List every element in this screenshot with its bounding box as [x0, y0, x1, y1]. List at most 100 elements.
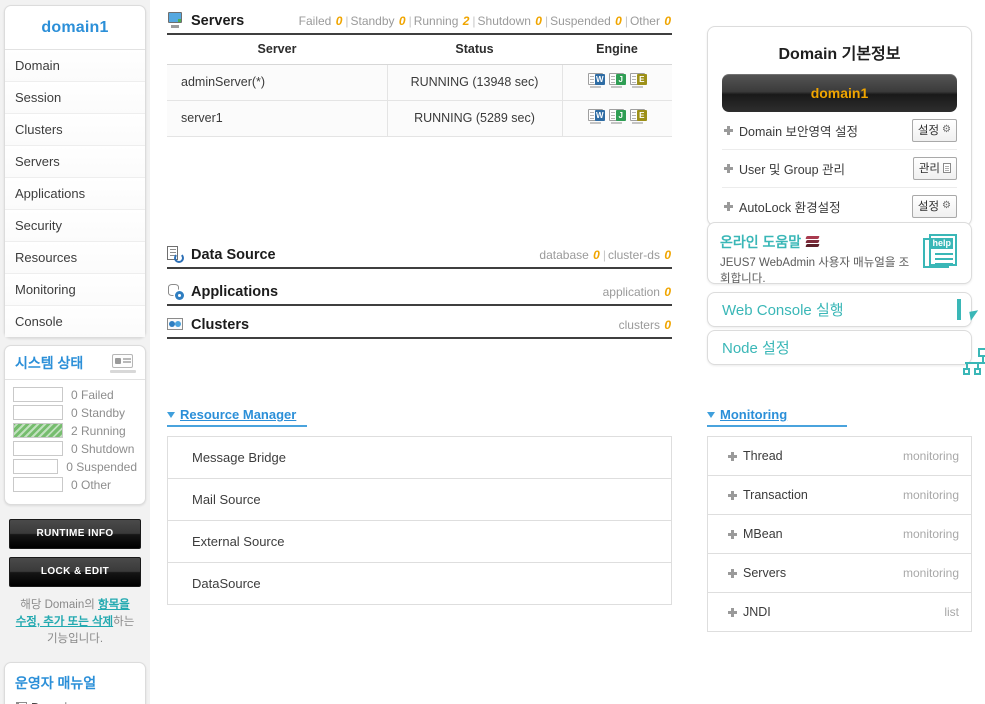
node-settings-card[interactable]: Node 설정 — [707, 330, 985, 375]
monitoring-item-label: Transaction — [743, 488, 808, 502]
sidebar-nav-panel: domain1 Domain Session Clusters Servers Appl… — [4, 5, 146, 338]
hint-prefix: 해당 Domain의 — [20, 599, 98, 611]
summary-separator: | — [472, 13, 476, 28]
online-help-card[interactable]: 온라인 도움말 JEUS7 WebAdmin 사용자 매뉴얼을 조회합니다. h… — [707, 222, 972, 285]
monitoring-item-action[interactable]: list — [944, 605, 959, 619]
monitoring-item-label: JNDI — [743, 605, 771, 619]
clusters-section[interactable]: Clusters clusters 0 — [167, 316, 672, 339]
sidebar-item-security[interactable]: Security — [5, 210, 145, 242]
domain-info-label: AutoLock 환경설정 — [739, 201, 841, 215]
monitoring-item-label: Thread — [743, 449, 783, 463]
list-item[interactable]: External Source — [167, 520, 672, 562]
list-item[interactable]: MBean monitoring — [707, 514, 972, 553]
sidebar-item-session[interactable]: Session — [5, 82, 145, 114]
status-row-shutdown: 0 Shutdown — [13, 441, 137, 456]
console-window-icon — [951, 298, 980, 321]
monitoring-item-label: MBean — [743, 527, 783, 541]
servers-table-body: adminServer(*) RUNNING (13948 sec) W J Eserv… — [167, 64, 672, 137]
help-icon-text: help — [930, 238, 953, 249]
clusters-summary: clusters 0 — [619, 318, 672, 332]
list-item[interactable]: Mail Source — [167, 478, 672, 520]
sidebar-item-resources[interactable]: Resources — [5, 242, 145, 274]
sidebar-item-clusters[interactable]: Clusters — [5, 114, 145, 146]
web-engine-icon[interactable]: W — [587, 73, 605, 88]
table-row[interactable]: server1 RUNNING (5289 sec) W J E — [167, 100, 672, 137]
datasource-section[interactable]: Data Source database 0 | cluster-ds 0 — [167, 246, 672, 269]
webadmin-dashboard: domain1 Domain Session Clusters Servers Appl… — [0, 0, 985, 704]
table-row[interactable]: adminServer(*) RUNNING (13948 sec) W J E — [167, 64, 672, 101]
servers-table: Server Status Engine adminServer(*) RUNNI… — [167, 35, 672, 137]
status-label: 0 Failed — [71, 387, 114, 402]
applications-section[interactable]: Applications application 0 — [167, 283, 672, 306]
jms-engine-icon[interactable]: E — [629, 73, 647, 88]
cell-server-name: adminServer(*) — [167, 64, 388, 101]
summary-value: 0 — [593, 247, 600, 262]
resource-manager-header[interactable]: Resource Manager — [167, 407, 307, 427]
domain-info-row: AutoLock 환경설정 설정 ⚙ — [722, 188, 957, 225]
lock-and-edit-button[interactable]: LOCK & EDIT — [9, 557, 141, 587]
status-label: 0 Standby — [71, 405, 126, 420]
status-bar — [13, 423, 63, 438]
runtime-info-button[interactable]: RUNTIME INFO — [9, 519, 141, 549]
servers-table-header-row: Server Status Engine — [167, 35, 672, 65]
admin-manual-panel: 운영자 매뉴얼 Domain Server 더보기 — [4, 662, 146, 704]
manual-item-domain[interactable]: Domain — [5, 700, 145, 704]
status-bar — [13, 459, 59, 474]
sidebar-item-applications[interactable]: Applications — [5, 178, 145, 210]
status-label: 2 Running — [71, 423, 126, 438]
summary-value: 0 — [664, 317, 671, 332]
list-item[interactable]: Thread monitoring — [707, 436, 972, 475]
datasource-icon — [167, 246, 184, 263]
status-row-standby: 0 Standby — [13, 405, 137, 420]
ejb-engine-icon[interactable]: J — [608, 109, 626, 124]
domain-info-action-button[interactable]: 설정 ⚙ — [911, 195, 957, 218]
sidebar: domain1 Domain Session Clusters Servers Appl… — [0, 0, 150, 704]
gear-icon: ⚙ — [942, 200, 951, 211]
laptop-icon — [110, 353, 136, 373]
list-item[interactable]: JNDI list — [707, 592, 972, 632]
monitoring-item-action[interactable]: monitoring — [903, 449, 959, 463]
status-bar — [13, 477, 63, 492]
web-console-label: Web Console 실행 — [722, 302, 844, 319]
summary-label: Suspended — [550, 13, 615, 28]
domain-info-action-button[interactable]: 설정 ⚙ — [911, 119, 957, 142]
servers-section: Servers Failed 0 | Standby 0 | Running 2 | Shu… — [167, 12, 672, 137]
sidebar-item-servers[interactable]: Servers — [5, 146, 145, 178]
sidebar-item-domain[interactable]: Domain — [5, 50, 145, 82]
monitoring-item-action[interactable]: monitoring — [903, 488, 959, 502]
datasource-summary: database 0 | cluster-ds 0 — [539, 248, 672, 262]
monitoring-header[interactable]: Monitoring — [707, 407, 847, 427]
diamond-bullet-icon — [728, 452, 737, 461]
diamond-bullet-icon — [724, 202, 733, 211]
gear-icon: ⚙ — [942, 124, 951, 135]
jms-engine-icon[interactable]: E — [629, 109, 647, 124]
web-engine-icon[interactable]: W — [587, 109, 605, 124]
applications-summary: application 0 — [603, 285, 672, 299]
list-item[interactable]: Transaction monitoring — [707, 475, 972, 514]
cell-server-status: RUNNING (13948 sec) — [387, 64, 563, 101]
domain-info-action-button[interactable]: 관리 — [912, 157, 957, 180]
monitoring-item-action[interactable]: monitoring — [903, 527, 959, 541]
sidebar-item-monitoring[interactable]: Monitoring — [5, 274, 145, 306]
web-console-card[interactable]: Web Console 실행 — [707, 292, 980, 327]
clusters-header: Clusters clusters 0 — [167, 316, 672, 339]
list-item[interactable]: Servers monitoring — [707, 553, 972, 592]
cell-server-status: RUNNING (5289 sec) — [387, 100, 563, 137]
system-status-title: 시스템 상태 — [15, 355, 84, 371]
right-column: Domain 기본정보 domain1 Domain 보안영역 설정 설정 ⚙ Use… — [707, 0, 985, 704]
applications-title: Applications — [191, 283, 279, 300]
sidebar-item-console[interactable]: Console — [5, 306, 145, 337]
monitoring-item-label: Servers — [743, 566, 787, 580]
clusters-title: Clusters — [191, 316, 250, 333]
ejb-engine-icon[interactable]: J — [608, 73, 626, 88]
summary-value: 0 — [615, 13, 622, 28]
summary-label: Running — [413, 13, 462, 28]
list-item[interactable]: Message Bridge — [167, 436, 672, 478]
clusters-icon — [167, 316, 184, 333]
list-item[interactable]: DataSource — [167, 562, 672, 605]
resource-manager-list: Message Bridge Mail Source External Source… — [167, 436, 672, 605]
monitoring-item-action[interactable]: monitoring — [903, 566, 959, 580]
summary-label: Other — [629, 13, 664, 28]
domain-info-row: User 및 Group 관리 관리 — [722, 150, 957, 188]
datasource-title: Data Source — [191, 246, 276, 263]
